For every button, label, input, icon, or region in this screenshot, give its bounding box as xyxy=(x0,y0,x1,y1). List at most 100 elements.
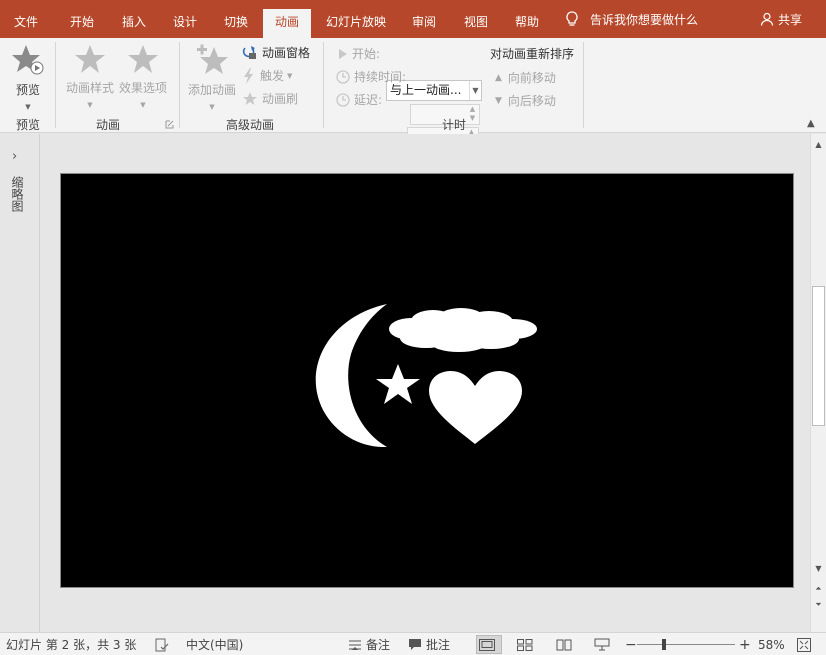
group-separator xyxy=(55,42,56,128)
group-separator xyxy=(583,42,584,128)
slide-canvas[interactable] xyxy=(60,173,794,588)
duration-label-row: 持续时间: xyxy=(336,68,406,85)
animation-pane-button[interactable]: 动画窗格 xyxy=(242,44,310,61)
cloud-shape[interactable] xyxy=(389,308,537,352)
triangle-up-icon: ▲ xyxy=(495,72,502,83)
star-shape[interactable] xyxy=(376,364,420,404)
expand-chevron-icon[interactable]: › xyxy=(12,149,17,164)
move-later-button[interactable]: ▼ 向后移动 xyxy=(495,92,556,109)
clock-icon xyxy=(336,69,350,84)
group-separator xyxy=(179,42,180,128)
star-icon xyxy=(128,45,158,73)
zoom-level[interactable]: 58% xyxy=(758,633,785,655)
tab-view[interactable]: 视图 xyxy=(452,0,500,38)
previous-slide-icon[interactable]: ⏶ xyxy=(811,581,826,596)
chevron-down-icon: ▼ xyxy=(287,71,293,80)
person-icon xyxy=(760,12,774,26)
notes-label: 备注 xyxy=(366,638,391,652)
tab-help[interactable]: 帮助 xyxy=(503,0,551,38)
zoom-slider-track[interactable] xyxy=(637,644,735,645)
tab-slideshow[interactable]: 幻灯片放映 xyxy=(318,0,394,38)
play-triangle-icon xyxy=(339,48,347,59)
effect-options-label: 效果选项 xyxy=(118,81,167,95)
group-timing-label: 计时 xyxy=(441,118,466,132)
reorder-label: 对动画重新排序 xyxy=(490,47,575,61)
zoom-slider-thumb[interactable] xyxy=(662,639,666,650)
start-label: 开始: xyxy=(352,47,381,61)
animation-pane-icon xyxy=(242,45,256,59)
add-animation-button[interactable]: 添加动画 ▼ xyxy=(186,44,238,112)
share-button[interactable]: 共享 xyxy=(760,0,802,38)
book-icon xyxy=(556,639,572,650)
thumbnail-label[interactable]: 缩略图 xyxy=(10,176,26,212)
zoom-out-icon[interactable]: − xyxy=(625,633,637,655)
tab-design[interactable]: 设计 xyxy=(161,0,209,38)
language-indicator[interactable]: 中文(中国) xyxy=(186,633,243,655)
move-later-label: 向后移动 xyxy=(507,94,556,108)
next-slide-icon[interactable]: ⏷ xyxy=(811,597,826,612)
group-separator xyxy=(323,42,324,128)
clock-icon xyxy=(336,92,350,107)
tab-transitions[interactable]: 切换 xyxy=(212,0,260,38)
animation-painter-label: 动画刷 xyxy=(262,92,299,106)
lightning-icon xyxy=(244,67,253,84)
move-earlier-label: 向前移动 xyxy=(507,71,556,85)
comments-label: 批注 xyxy=(426,638,451,652)
zoom-in-icon[interactable]: + xyxy=(739,633,751,655)
delay-label-row: 延迟: xyxy=(336,91,382,108)
trigger-button[interactable]: 触发 ▼ xyxy=(242,67,292,84)
scroll-up-icon[interactable]: ▲ xyxy=(811,137,826,152)
triangle-down-icon: ▼ xyxy=(495,95,502,106)
chevron-down-icon: ▼ xyxy=(209,103,215,111)
effect-options-button[interactable]: 效果选项 ▼ xyxy=(117,44,169,110)
lightbulb-icon xyxy=(566,11,578,26)
painter-star-icon xyxy=(243,91,257,105)
fit-to-window-icon[interactable] xyxy=(797,633,815,655)
start-label-row: 开始: xyxy=(336,45,380,62)
spell-check-icon[interactable] xyxy=(155,633,173,655)
animation-painter-button[interactable]: 动画刷 xyxy=(242,90,298,107)
chevron-down-icon: ▼ xyxy=(25,103,31,111)
slideshow-button[interactable] xyxy=(594,633,614,655)
animation-styles-button[interactable]: 动画样式 ▼ xyxy=(64,44,116,110)
vertical-scrollbar[interactable]: ▲ ▼ ⏶ ⏷ xyxy=(810,134,826,632)
heart-shape[interactable] xyxy=(429,371,522,444)
slide-sorter-button[interactable] xyxy=(517,633,537,655)
slide-info: 幻灯片 第 2 张，共 3 张 xyxy=(6,638,137,652)
grid-icon xyxy=(517,638,533,651)
delay-label: 延迟: xyxy=(354,93,383,107)
group-preview-label: 预览 xyxy=(15,118,40,132)
scrollbar-thumb[interactable] xyxy=(812,286,825,426)
ribbon-tab-bar: 文件 开始 插入 设计 切换 动画 幻灯片放映 审阅 视图 帮助 告诉我你想要做… xyxy=(0,0,826,38)
group-animation-label: 动画 xyxy=(95,118,120,132)
normal-view-button[interactable] xyxy=(476,635,502,654)
animation-styles-label: 动画样式 xyxy=(65,81,114,95)
share-label: 共享 xyxy=(778,12,803,27)
tab-file[interactable]: 文件 xyxy=(2,0,50,38)
chevron-down-icon: ▼ xyxy=(87,101,93,109)
tell-me-box[interactable]: 告诉我你想要做什么 xyxy=(566,0,698,38)
star-play-icon xyxy=(12,45,44,75)
reading-view-button[interactable] xyxy=(556,633,576,655)
duration-label: 持续时间: xyxy=(354,70,407,84)
scroll-down-icon[interactable]: ▼ xyxy=(811,561,826,576)
collapse-ribbon-icon[interactable]: ▲ xyxy=(807,118,815,129)
tab-insert[interactable]: 插入 xyxy=(110,0,158,38)
chevron-down-icon: ▼ xyxy=(469,81,481,100)
move-earlier-button[interactable]: ▲ 向前移动 xyxy=(495,69,556,86)
preview-button[interactable]: 预览 ▼ xyxy=(8,44,48,112)
chevron-down-icon: ▼ xyxy=(140,101,146,109)
tab-review[interactable]: 审阅 xyxy=(400,0,448,38)
comment-icon xyxy=(409,639,421,650)
notes-icon xyxy=(349,640,361,650)
trigger-label: 触发 xyxy=(260,69,285,83)
status-bar: 幻灯片 第 2 张，共 3 张 中文(中国) 备注 批注 − + 58% xyxy=(0,632,826,655)
notes-button[interactable]: 备注 xyxy=(348,633,390,655)
moon-shape[interactable] xyxy=(315,304,387,448)
tab-animations[interactable]: 动画 xyxy=(263,9,311,38)
slide-shapes xyxy=(315,304,537,448)
comments-button[interactable]: 批注 xyxy=(408,633,450,655)
dialog-launcher-icon[interactable] xyxy=(165,120,174,129)
tab-home[interactable]: 开始 xyxy=(58,0,106,38)
normal-view-icon xyxy=(479,638,495,651)
